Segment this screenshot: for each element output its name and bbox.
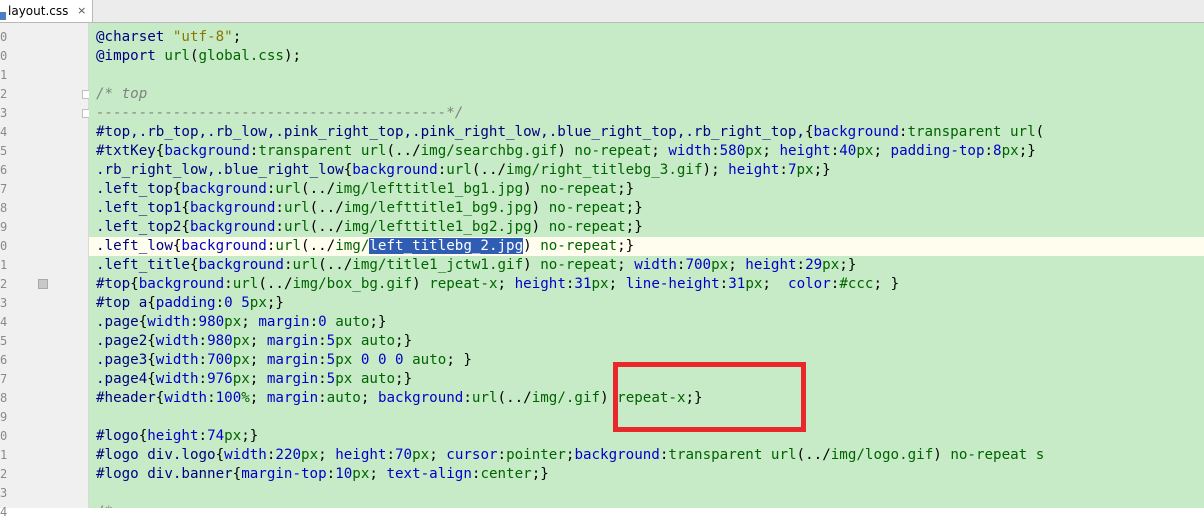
close-tab-icon[interactable]: ×: [77, 0, 86, 22]
code-line[interactable]: @import url(global.css);: [89, 47, 1204, 66]
code-line[interactable]: [89, 484, 1204, 503]
line-number: 9: [0, 410, 8, 424]
file-modified-icon: [0, 12, 6, 20]
line-number: 0: [0, 30, 8, 44]
code-line[interactable]: #top,.rb_top,.rb_low,.pink_right_top,.pi…: [89, 123, 1204, 142]
code-line[interactable]: /* nav: [89, 503, 1204, 508]
line-number: 3: [0, 486, 8, 500]
line-number: 5: [0, 144, 8, 158]
line-number: 2: [0, 467, 8, 481]
line-number: 6: [0, 353, 8, 367]
line-number: 1: [0, 448, 8, 462]
line-number-gutter[interactable]: 0 0 1 2 3 4 5 6 7 8 9 0 1 2 3 4 5 6 7 8 9 0 1 2 3 4: [0, 23, 91, 519]
tab-label: layout.css: [8, 4, 69, 18]
tab-layout-css[interactable]: layout.css ×: [0, 0, 94, 22]
line-number: 3: [0, 296, 8, 310]
bookmark-icon[interactable]: [38, 279, 48, 289]
line-number: 4: [0, 505, 8, 519]
line-number: 0: [0, 49, 8, 63]
tab-bar: layout.css ×: [0, 0, 1204, 23]
line-number: 0: [0, 429, 8, 443]
code-line[interactable]: ----------------------------------------…: [89, 104, 1204, 123]
code-line[interactable]: .left_top2{background:url(../img/lefttit…: [89, 218, 1204, 237]
code-editor[interactable]: @charset "utf-8"; @import url(global.css)…: [89, 23, 1204, 508]
line-number: 9: [0, 220, 8, 234]
code-line[interactable]: #logo div.banner{margin-top:10px; text-a…: [89, 465, 1204, 484]
line-number: 4: [0, 125, 8, 139]
line-number: 3: [0, 106, 8, 120]
line-number: 2: [0, 277, 8, 291]
code-line[interactable]: .left_top1{background:url(../img/lefttit…: [89, 199, 1204, 218]
code-line[interactable]: .left_top{background:url(../img/lefttitl…: [89, 180, 1204, 199]
line-number: 0: [0, 239, 8, 253]
code-line[interactable]: #txtKey{background:transparent url(../im…: [89, 142, 1204, 161]
code-line[interactable]: .rb_right_low,.blue_right_low{background…: [89, 161, 1204, 180]
code-line[interactable]: #logo div.logo{width:220px; height:70px;…: [89, 446, 1204, 465]
line-number: 6: [0, 163, 8, 177]
code-line[interactable]: .left_title{background:url(../img/title1…: [89, 256, 1204, 275]
line-number: 2: [0, 87, 8, 101]
line-number: 1: [0, 258, 8, 272]
line-number: 1: [0, 68, 8, 82]
line-number: 7: [0, 372, 8, 386]
code-line[interactable]: [89, 66, 1204, 85]
line-number: 7: [0, 182, 8, 196]
selected-text: left_titlebg_2.jpg: [369, 238, 524, 254]
red-annotation-box: [613, 362, 806, 432]
line-number: 4: [0, 315, 8, 329]
code-line[interactable]: .page{width:980px; margin:0 auto;}: [89, 313, 1204, 332]
code-line[interactable]: /* top: [89, 85, 1204, 104]
code-line[interactable]: @charset "utf-8";: [89, 28, 1204, 47]
code-line[interactable]: #top{background:url(../img/box_bg.gif) r…: [89, 275, 1204, 294]
line-number: 8: [0, 391, 8, 405]
line-number: 8: [0, 201, 8, 215]
code-line[interactable]: .page2{width:980px; margin:5px auto;}: [89, 332, 1204, 351]
line-number: 5: [0, 334, 8, 348]
current-code-line[interactable]: .left_low{background:url(../img/left_tit…: [89, 237, 1204, 256]
code-line[interactable]: #top a{padding:0 5px;}: [89, 294, 1204, 313]
